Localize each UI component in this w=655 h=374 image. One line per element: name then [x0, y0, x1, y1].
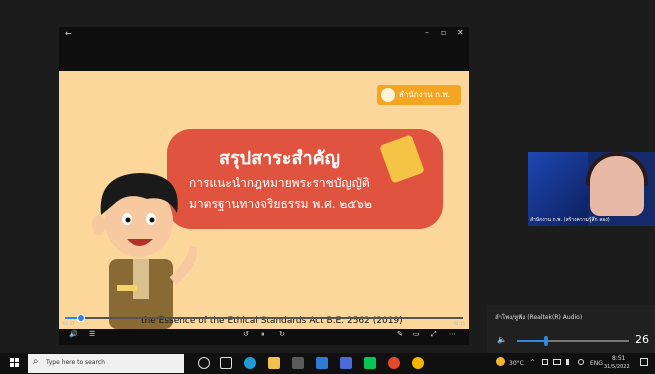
back-arrow-icon[interactable]: ← — [65, 29, 72, 38]
media-app-icon[interactable] — [388, 357, 400, 369]
chrome-icon[interactable] — [412, 357, 424, 369]
volume-slider-thumb[interactable] — [544, 336, 549, 346]
player-titlebar: ← – ▫ ✕ — [59, 27, 469, 41]
participant-name: สำนักงาน ก.พ. (สร้างความรู้สึก ลอง) — [530, 217, 610, 223]
volume-flyout: ลำโพง/หูฟัง (Realtek(R) Audio) 🔈 26 — [487, 305, 655, 353]
desktop-screen: ← – ▫ ✕ สำนักงาน ก.พ. สรุปสาระสำคัญ การแ… — [0, 0, 655, 374]
line-icon[interactable] — [364, 357, 376, 369]
cartoon-boy-illustration — [92, 173, 197, 329]
miniview-icon[interactable]: ▭ — [413, 330, 420, 338]
tile-background — [528, 152, 588, 226]
maximize-icon[interactable]: ▫ — [441, 28, 446, 37]
playback-controls: 00:07 02:15 🔊 ☰ ↺ ⏸ ↻ ✎ ▭ ⤢ ⋯ — [59, 314, 469, 345]
network-icon[interactable] — [542, 359, 548, 365]
forward-icon[interactable]: ↻ — [279, 330, 285, 338]
cortana-icon[interactable] — [198, 357, 210, 369]
fullscreen-icon[interactable]: ⤢ — [431, 330, 437, 339]
tray-speaker-icon[interactable] — [566, 359, 574, 365]
search-icon: ⌕ — [33, 356, 39, 367]
weather-temp[interactable]: 30°C — [509, 360, 524, 367]
volume-value: 26 — [635, 333, 649, 346]
time-elapsed: 00:07 — [63, 321, 75, 326]
volume-icon[interactable]: 🔊 — [69, 330, 78, 338]
ocsc-logo: สำนักงาน ก.พ. — [377, 85, 461, 105]
file-explorer-icon[interactable] — [268, 357, 280, 369]
participant-video-tile[interactable]: สำนักงาน ก.พ. (สร้างความรู้สึก ลอง) — [528, 152, 655, 226]
video-player-window[interactable]: ← – ▫ ✕ สำนักงาน ก.พ. สรุปสาระสำคัญ การแ… — [59, 27, 469, 345]
clock-time[interactable]: 8:51 — [612, 355, 625, 362]
edge-icon[interactable] — [244, 357, 256, 369]
pause-icon[interactable]: ⏸ — [261, 330, 265, 339]
calculator-icon[interactable] — [292, 357, 304, 369]
task-view-icon[interactable] — [220, 357, 232, 369]
more-options-icon[interactable]: ⋯ — [449, 330, 456, 338]
weather-icon[interactable] — [496, 357, 505, 366]
video-frame[interactable]: สำนักงาน ก.พ. สรุปสาระสำคัญ การแนะนำกฎหม… — [59, 71, 469, 329]
notifications-icon[interactable] — [640, 358, 648, 366]
mail-icon[interactable] — [316, 357, 328, 369]
tray-chevron-icon[interactable]: ^ — [530, 359, 535, 366]
speaker-icon[interactable]: 🔈 — [497, 335, 507, 344]
rewind-icon[interactable]: ↺ — [243, 330, 249, 338]
taskbar-search-box[interactable]: ⌕ Type here to search — [28, 354, 184, 373]
volume-slider-fill — [517, 340, 547, 342]
slide-line-2: การแนะนำกฎหมายพระราชบัญญัติ — [189, 176, 370, 190]
store-icon[interactable] — [340, 357, 352, 369]
close-icon[interactable]: ✕ — [457, 28, 464, 37]
time-total: 02:15 — [453, 321, 465, 326]
search-placeholder: Type here to search — [46, 359, 105, 366]
seek-bar[interactable] — [65, 314, 463, 322]
ocsc-emblem-icon — [381, 88, 395, 102]
language-indicator[interactable]: ENG — [590, 360, 603, 367]
slide-heading: สรุปสาระสำคัญ — [219, 148, 340, 169]
audio-device-name[interactable]: ลำโพง/หูฟัง (Realtek(R) Audio) — [495, 312, 582, 322]
edit-icon[interactable]: ✎ — [397, 330, 403, 338]
slide-line-3: มาตรฐานทางจริยธรรม พ.ศ. ๒๕๖๒ — [189, 197, 372, 211]
seek-bar-knob[interactable] — [76, 314, 85, 322]
participant-face — [590, 156, 644, 216]
captions-icon[interactable]: ☰ — [89, 330, 95, 338]
logo-text: สำนักงาน ก.พ. — [399, 90, 451, 99]
windows-start-icon[interactable] — [10, 358, 20, 368]
onedrive-icon[interactable] — [578, 359, 584, 365]
taskbar: ⌕ Type here to search 30°C ^ ENG 8:51 31… — [0, 353, 655, 374]
clock-date[interactable]: 31/5/2022 — [604, 364, 630, 370]
volume-slider[interactable] — [517, 336, 629, 346]
minimize-icon[interactable]: – — [425, 28, 429, 37]
battery-icon[interactable] — [553, 359, 561, 365]
